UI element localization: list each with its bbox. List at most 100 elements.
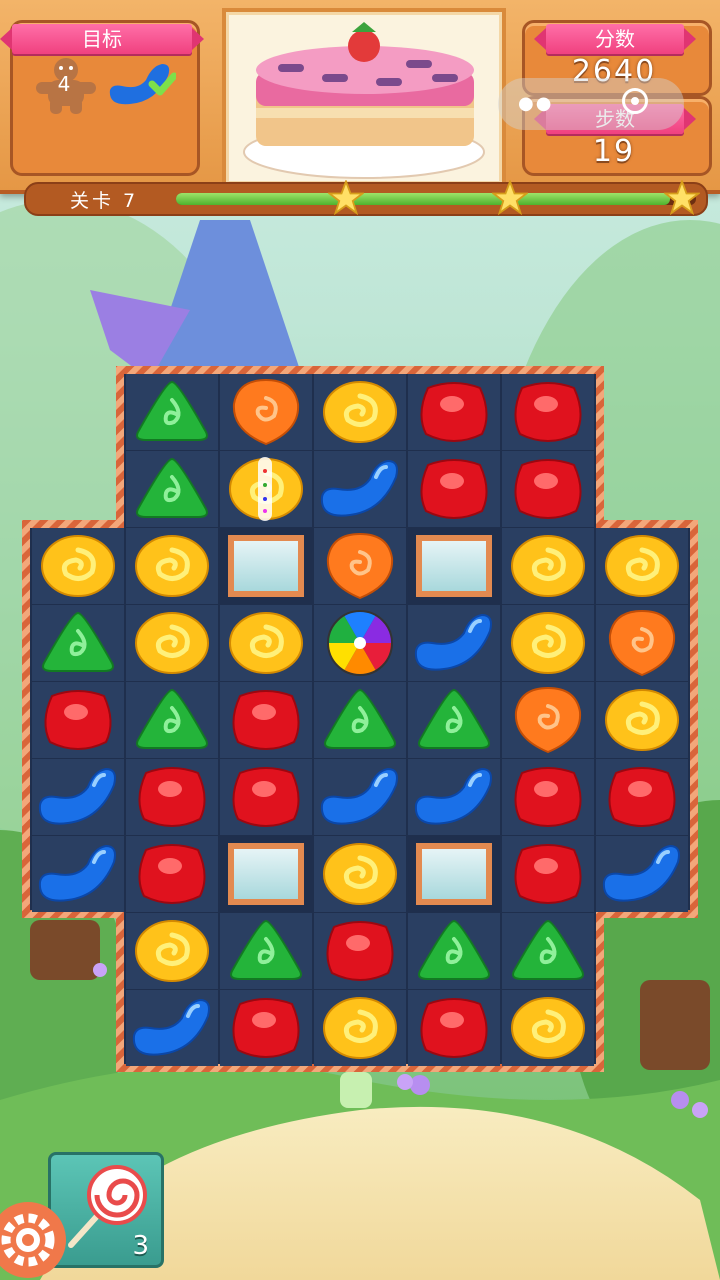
- red-gumdrop-candy[interactable]: [220, 682, 312, 758]
- board-cell[interactable]: [408, 990, 500, 1066]
- board-cell[interactable]: [126, 836, 218, 912]
- yellow-swirl-candy[interactable]: [314, 836, 406, 912]
- board-cell[interactable]: [596, 605, 688, 681]
- board-cell[interactable]: [314, 913, 406, 989]
- board-cell[interactable]: [596, 836, 688, 912]
- red-gumdrop-candy[interactable]: [408, 990, 500, 1066]
- board-cell[interactable]: [314, 605, 406, 681]
- board-cell[interactable]: [314, 374, 406, 450]
- board-cell[interactable]: [220, 682, 312, 758]
- board-cell[interactable]: [408, 913, 500, 989]
- board-cell[interactable]: [596, 682, 688, 758]
- green-triangle-candy[interactable]: [126, 374, 218, 450]
- green-triangle-candy[interactable]: [408, 682, 500, 758]
- red-gumdrop-candy[interactable]: [502, 759, 594, 835]
- board-cell[interactable]: [32, 605, 124, 681]
- recording-overlay[interactable]: ●●: [498, 78, 684, 130]
- board-cell[interactable]: [408, 374, 500, 450]
- board-cell[interactable]: [502, 605, 594, 681]
- blue-bean-candy[interactable]: [32, 836, 124, 912]
- green-triangle-candy[interactable]: [126, 451, 218, 527]
- orange-swirl-candy[interactable]: [596, 605, 688, 681]
- board-cell[interactable]: [126, 451, 218, 527]
- red-gumdrop-candy[interactable]: [502, 836, 594, 912]
- board-cell[interactable]: [502, 913, 594, 989]
- red-gumdrop-candy[interactable]: [502, 374, 594, 450]
- board-cell[interactable]: [220, 759, 312, 835]
- red-gumdrop-candy[interactable]: [408, 374, 500, 450]
- board-cell[interactable]: [408, 528, 500, 604]
- board-cell[interactable]: [596, 759, 688, 835]
- board-cell[interactable]: [220, 836, 312, 912]
- board-cell[interactable]: [126, 990, 218, 1066]
- board-cell[interactable]: [220, 605, 312, 681]
- settings-gear-icon[interactable]: [0, 1200, 68, 1280]
- yellow-swirl-candy[interactable]: [502, 528, 594, 604]
- board-cell[interactable]: [502, 836, 594, 912]
- yellow-swirl-candy[interactable]: [596, 682, 688, 758]
- yellow-swirl-candy[interactable]: [126, 913, 218, 989]
- board-cell[interactable]: [408, 759, 500, 835]
- board-cell[interactable]: [502, 682, 594, 758]
- yellow-swirl-candy[interactable]: [502, 990, 594, 1066]
- striped-yellow-candy[interactable]: [220, 451, 312, 527]
- more-dots-icon[interactable]: ●●: [518, 95, 553, 113]
- green-triangle-candy[interactable]: [408, 913, 500, 989]
- red-gumdrop-candy[interactable]: [314, 913, 406, 989]
- board-cell[interactable]: [502, 528, 594, 604]
- blue-bean-candy[interactable]: [314, 759, 406, 835]
- board-cell[interactable]: [126, 374, 218, 450]
- board-cell[interactable]: [32, 682, 124, 758]
- green-triangle-candy[interactable]: [502, 913, 594, 989]
- board-cell[interactable]: [408, 605, 500, 681]
- board-cell[interactable]: [126, 913, 218, 989]
- board-cell[interactable]: [32, 528, 124, 604]
- board-cell[interactable]: [408, 682, 500, 758]
- board-cell[interactable]: [314, 759, 406, 835]
- yellow-swirl-candy[interactable]: [32, 528, 124, 604]
- blue-bean-candy[interactable]: [596, 836, 688, 912]
- board-cell[interactable]: [126, 682, 218, 758]
- board-cell[interactable]: [502, 451, 594, 527]
- red-gumdrop-candy[interactable]: [408, 451, 500, 527]
- yellow-swirl-candy[interactable]: [126, 605, 218, 681]
- green-triangle-candy[interactable]: [32, 605, 124, 681]
- green-triangle-candy[interactable]: [314, 682, 406, 758]
- board-cell[interactable]: [596, 528, 688, 604]
- red-gumdrop-candy[interactable]: [32, 682, 124, 758]
- yellow-swirl-candy[interactable]: [314, 990, 406, 1066]
- blue-bean-candy[interactable]: [408, 605, 500, 681]
- orange-swirl-candy[interactable]: [502, 682, 594, 758]
- green-triangle-candy[interactable]: [126, 682, 218, 758]
- orange-swirl-candy[interactable]: [314, 528, 406, 604]
- board-cell[interactable]: [408, 836, 500, 912]
- blue-bean-candy[interactable]: [126, 990, 218, 1066]
- blue-bean-candy[interactable]: [32, 759, 124, 835]
- board-cell[interactable]: [32, 836, 124, 912]
- board-cell[interactable]: [32, 759, 124, 835]
- yellow-swirl-candy[interactable]: [220, 605, 312, 681]
- yellow-swirl-candy[interactable]: [502, 605, 594, 681]
- board-cell[interactable]: [220, 913, 312, 989]
- red-gumdrop-candy[interactable]: [220, 759, 312, 835]
- blue-bean-candy[interactable]: [314, 451, 406, 527]
- red-gumdrop-candy[interactable]: [220, 990, 312, 1066]
- board-cell[interactable]: [502, 990, 594, 1066]
- board-cell[interactable]: [126, 759, 218, 835]
- board-cell[interactable]: [314, 528, 406, 604]
- red-gumdrop-candy[interactable]: [126, 759, 218, 835]
- board-cell[interactable]: [502, 759, 594, 835]
- red-gumdrop-candy[interactable]: [596, 759, 688, 835]
- red-gumdrop-candy[interactable]: [502, 451, 594, 527]
- board-cell[interactable]: [220, 528, 312, 604]
- yellow-swirl-candy[interactable]: [126, 528, 218, 604]
- board-cell[interactable]: [314, 990, 406, 1066]
- orange-swirl-candy[interactable]: [220, 374, 312, 450]
- board-cell[interactable]: [220, 374, 312, 450]
- red-gumdrop-candy[interactable]: [126, 836, 218, 912]
- board-cell[interactable]: [314, 682, 406, 758]
- green-triangle-candy[interactable]: [220, 913, 312, 989]
- board-cell[interactable]: [408, 451, 500, 527]
- board-cell[interactable]: [220, 990, 312, 1066]
- board-cell[interactable]: [502, 374, 594, 450]
